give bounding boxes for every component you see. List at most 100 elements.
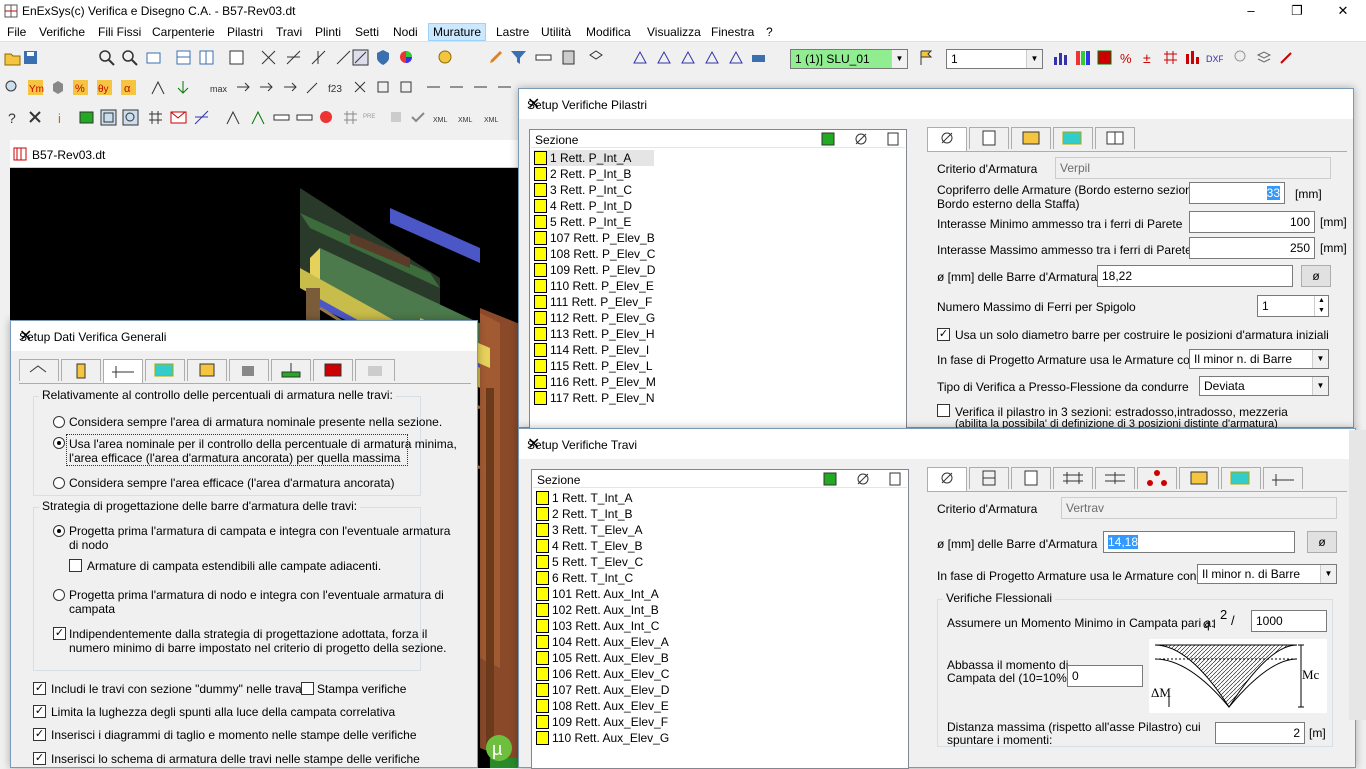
tab-travi-carichi[interactable] xyxy=(1221,467,1261,489)
radio-prima-nodo[interactable] xyxy=(53,589,65,601)
travi-fase-select[interactable]: Il minor n. di Barre ▼ xyxy=(1197,564,1337,584)
tools-6-icon[interactable] xyxy=(472,79,489,96)
structure-3-icon[interactable] xyxy=(680,49,697,66)
tools-3-icon[interactable] xyxy=(398,79,415,96)
tab-pilastri-sezione[interactable] xyxy=(969,127,1009,149)
hash-icon[interactable] xyxy=(147,109,164,126)
save-icon[interactable] xyxy=(22,49,39,66)
menu-utilita[interactable]: Utilità xyxy=(541,25,571,39)
axes-2-icon[interactable] xyxy=(285,49,302,66)
close-icon[interactable]: ✕ xyxy=(527,94,1343,114)
axis-icon[interactable] xyxy=(193,109,210,126)
list-item[interactable]: 1 Rett. P_Int_A xyxy=(534,150,654,166)
axes-icon[interactable] xyxy=(260,49,277,66)
tab-travi-diametri[interactable] xyxy=(927,467,967,491)
beam-icon[interactable] xyxy=(535,49,552,66)
tab-travi-geometria[interactable] xyxy=(1263,467,1303,489)
pilastri-copriferro-field[interactable]: 33 xyxy=(1189,182,1285,204)
xml-icon[interactable]: XML xyxy=(458,109,475,126)
checkbox-diagrammi[interactable]: ✓ xyxy=(33,728,46,741)
tools-4-icon[interactable] xyxy=(425,79,442,96)
layers-icon[interactable] xyxy=(1256,49,1273,66)
palette-icon[interactable] xyxy=(1074,49,1091,66)
menu-setti[interactable]: Setti xyxy=(355,25,379,39)
checkbox-forza-minimo[interactable]: ✓ xyxy=(53,627,66,640)
struct-icon[interactable] xyxy=(225,109,242,126)
spinner-arrows[interactable]: ▲ ▼ xyxy=(1314,296,1328,316)
pilastri-criterio-field[interactable]: Verpil xyxy=(1055,157,1331,179)
checkbox-estendibili[interactable] xyxy=(69,559,82,572)
close-app-button[interactable]: ✕ xyxy=(1320,0,1366,22)
tile-horizontal-icon[interactable] xyxy=(175,49,192,66)
travi-momento-field[interactable]: 1000 xyxy=(1251,610,1327,632)
tab-pilastri-stampa[interactable] xyxy=(1095,127,1135,149)
stats-icon[interactable] xyxy=(1184,49,1201,66)
structure-4-icon[interactable] xyxy=(704,49,721,66)
graph-icon[interactable] xyxy=(150,79,167,96)
shield-icon[interactable] xyxy=(375,49,392,66)
tab-pilastri-diametri[interactable] xyxy=(927,127,967,151)
page-icon[interactable] xyxy=(886,132,900,146)
info-icon[interactable]: i xyxy=(52,109,69,126)
tab-generali-1[interactable] xyxy=(19,359,59,381)
tile-vertical-icon[interactable] xyxy=(198,49,215,66)
beam-2-icon[interactable] xyxy=(273,109,290,126)
radio-prima-campata[interactable] xyxy=(53,525,65,537)
cube-icon[interactable] xyxy=(50,79,67,96)
page-icon[interactable] xyxy=(888,472,902,486)
edit-icon[interactable] xyxy=(488,49,505,66)
menu-file[interactable]: File xyxy=(7,25,26,39)
green-square-icon[interactable] xyxy=(823,472,837,486)
frame-2-icon[interactable] xyxy=(122,109,139,126)
travi-diametri-button[interactable]: ø xyxy=(1307,531,1337,553)
arrow-icon[interactable] xyxy=(235,79,252,96)
travi-section-list[interactable]: Sezione 1 Rett. T_Int_A 2 Rett. T_Int_B … xyxy=(531,469,909,769)
pilastri-checkbox-tre-sezioni[interactable] xyxy=(937,404,950,417)
zoom-icon[interactable] xyxy=(4,79,21,96)
travi-distanza-field[interactable]: 2 xyxy=(1215,722,1305,744)
menu-murature[interactable]: Murature xyxy=(428,23,487,41)
diameter-icon[interactable] xyxy=(856,472,870,486)
checkbox-limita-spunti[interactable]: ✓ xyxy=(33,705,46,718)
pilastri-diametri-field[interactable]: 18,22 xyxy=(1097,265,1293,287)
structure-2-icon[interactable] xyxy=(656,49,673,66)
checkbox-stampa-verifiche[interactable] xyxy=(301,682,314,695)
book-icon[interactable] xyxy=(560,49,577,66)
tab-travi-spunti[interactable] xyxy=(1095,467,1135,489)
tools-7-icon[interactable] xyxy=(496,79,513,96)
bulb-icon[interactable] xyxy=(1232,49,1249,66)
load-icon[interactable] xyxy=(175,79,192,96)
structure-5-icon[interactable] xyxy=(728,49,745,66)
tab-travi-barre[interactable] xyxy=(1053,467,1093,489)
tab-generali-4[interactable] xyxy=(145,359,185,381)
grid-2-icon[interactable] xyxy=(342,109,359,126)
menu-modifica[interactable]: Modifica xyxy=(586,25,631,39)
menu-visualizza[interactable]: Visualizza xyxy=(647,25,701,39)
check-icon[interactable] xyxy=(410,109,427,126)
axes-3-icon[interactable] xyxy=(310,49,327,66)
theta-icon[interactable]: θy xyxy=(96,79,113,96)
tab-pilastri-carichi[interactable] xyxy=(1053,127,1093,149)
green-square-icon[interactable] xyxy=(821,132,835,146)
mail-icon[interactable] xyxy=(170,109,187,126)
chart-icon[interactable] xyxy=(1052,49,1069,66)
open-icon[interactable] xyxy=(4,49,21,66)
menu-carpenterie[interactable]: Carpenterie xyxy=(152,25,215,39)
diameter-icon[interactable] xyxy=(854,132,868,146)
tab-travi-materiali[interactable] xyxy=(1179,467,1219,489)
menu-lastre[interactable]: Lastre xyxy=(496,25,529,39)
arrow-3-icon[interactable] xyxy=(282,79,299,96)
ym-icon[interactable]: Ym xyxy=(27,79,44,96)
menu-nodi[interactable]: Nodi xyxy=(393,25,418,39)
pilastri-checkbox-unico-diametro[interactable]: ✓ xyxy=(937,328,950,341)
zoom-in-icon[interactable] xyxy=(98,49,115,66)
checkbox-dummy[interactable]: ✓ xyxy=(33,682,46,695)
tab-travi-sezione[interactable] xyxy=(1011,467,1051,489)
zoom-out-icon[interactable] xyxy=(121,49,138,66)
scrollbar[interactable] xyxy=(1349,430,1366,720)
tab-generali-7[interactable] xyxy=(271,359,311,381)
menu-plinti[interactable]: Plinti xyxy=(315,25,341,39)
menu-pilastri[interactable]: Pilastri xyxy=(227,25,263,39)
tools-5-icon[interactable] xyxy=(448,79,465,96)
utorrent-icon[interactable]: µ xyxy=(485,733,513,763)
